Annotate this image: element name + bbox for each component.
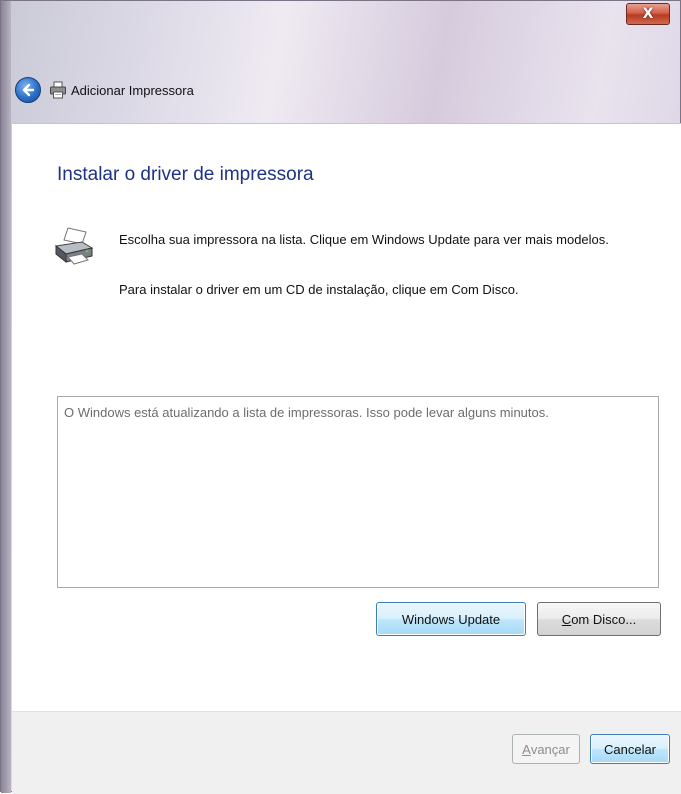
add-printer-window: X Adicionar Impressora Instalar o driver… (0, 0, 681, 794)
cancel-button[interactable]: Cancelar (590, 734, 670, 764)
back-arrow-icon (22, 83, 35, 97)
list-status-text: O Windows está atualizando a lista de im… (64, 405, 549, 420)
close-icon: X (642, 6, 654, 22)
window-title: Adicionar Impressora (71, 82, 194, 98)
wizard-footer: Avançar Cancelar (12, 711, 681, 794)
window-frame (1, 1, 11, 793)
next-accel: A (522, 741, 531, 757)
next-button[interactable]: Avançar (512, 734, 580, 764)
wizard-content: Instalar o driver de impressora Escolha … (12, 123, 681, 712)
have-disk-label: om Disco... (571, 611, 637, 627)
windows-update-button[interactable]: Windows Update (376, 602, 526, 636)
printer-icon (50, 81, 66, 99)
title-nav-row: Adicionar Impressora (15, 75, 194, 105)
instruction-have-disk: Para instalar o driver em um CD de insta… (119, 282, 519, 297)
back-button[interactable] (15, 77, 41, 103)
printer-list[interactable]: O Windows está atualizando a lista de im… (57, 396, 659, 588)
printer-large-icon (54, 227, 94, 265)
page-title: Instalar o driver de impressora (57, 164, 314, 185)
have-disk-button[interactable]: Com Disco... (537, 602, 661, 636)
instruction-choose-printer: Escolha sua impressora na lista. Clique … (119, 232, 609, 247)
next-label: vançar (530, 741, 570, 757)
have-disk-accel: C (561, 611, 572, 627)
close-button[interactable]: X (626, 3, 670, 25)
